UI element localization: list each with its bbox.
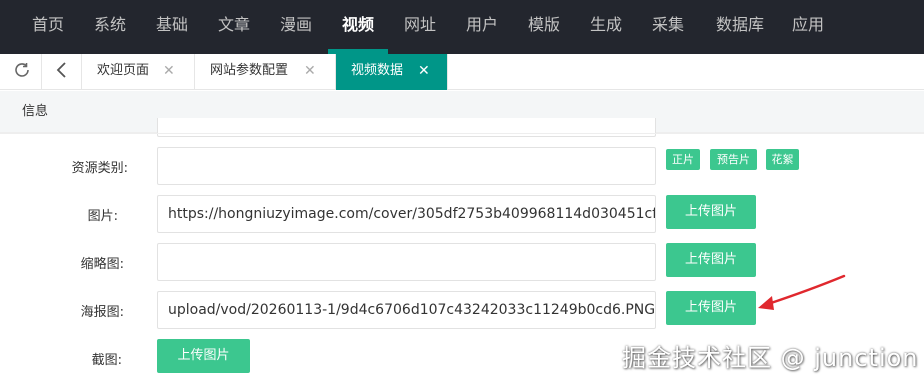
upload-poster-button[interactable]: 上传图片 <box>666 291 756 325</box>
screenshot-label: 截图: <box>91 353 122 368</box>
category-input[interactable] <box>157 147 656 185</box>
close-icon[interactable]: ✕ <box>418 54 430 88</box>
divider <box>0 133 924 134</box>
thumbnail-label: 缩略图: <box>80 257 124 272</box>
back-button[interactable] <box>42 54 82 90</box>
refresh-button[interactable] <box>2 54 42 90</box>
chip-extras[interactable]: 花絮 <box>766 149 799 170</box>
nav-item-article[interactable]: 文章 <box>208 0 260 54</box>
previous-field-input[interactable] <box>157 118 656 137</box>
nav-item-template[interactable]: 模版 <box>518 0 570 54</box>
upload-image-button[interactable]: 上传图片 <box>666 195 756 229</box>
nav-item-home[interactable]: 首页 <box>22 0 74 54</box>
tab-bar: 欢迎页面 ✕ 网站参数配置 ✕ 视频数据 ✕ <box>0 54 924 90</box>
tab-site-settings[interactable]: 网站参数配置 ✕ <box>195 54 336 90</box>
tab-welcome[interactable]: 欢迎页面 ✕ <box>82 54 195 90</box>
image-label: 图片: <box>87 209 118 224</box>
nav-item-user[interactable]: 用户 <box>456 0 508 54</box>
nav-item-app[interactable]: 应用 <box>782 0 834 54</box>
thumbnail-input[interactable] <box>157 243 656 281</box>
category-label: 资源类别: <box>71 161 128 176</box>
chevron-left-icon <box>55 61 69 83</box>
image-url-input[interactable]: https://hongniuzyimage.com/cover/305df27… <box>157 195 656 233</box>
tab-info[interactable]: 信息 <box>22 91 48 133</box>
poster-label: 海报图: <box>80 305 124 320</box>
top-navigation: 首页 系统 基础 文章 漫画 视频 网址 用户 模版 生成 采集 数据库 应用 <box>0 0 924 54</box>
nav-item-database[interactable]: 数据库 <box>708 0 772 54</box>
tab-label: 网站参数配置 <box>210 63 289 78</box>
upload-thumbnail-button[interactable]: 上传图片 <box>666 243 756 277</box>
nav-item-basic[interactable]: 基础 <box>146 0 198 54</box>
nav-item-comic[interactable]: 漫画 <box>270 0 322 54</box>
nav-item-generate[interactable]: 生成 <box>580 0 632 54</box>
chip-feature[interactable]: 正片 <box>666 149 700 170</box>
tab-label: 欢迎页面 <box>97 63 150 78</box>
close-icon[interactable]: ✕ <box>304 54 316 88</box>
upload-screenshot-button[interactable]: 上传图片 <box>157 339 250 373</box>
annotation-arrow-icon <box>758 274 846 310</box>
tab-label: 视频数据 <box>351 63 404 78</box>
chip-trailer[interactable]: 预告片 <box>710 149 757 170</box>
watermark: 掘金技术社区 @ junction <box>622 344 919 372</box>
nav-item-video[interactable]: 视频 <box>332 0 384 54</box>
refresh-icon <box>13 61 31 83</box>
close-icon[interactable]: ✕ <box>163 54 175 88</box>
poster-input[interactable]: upload/vod/20260113-1/9d4c6706d107c43242… <box>157 291 656 329</box>
nav-item-system[interactable]: 系统 <box>84 0 136 54</box>
tab-video-data[interactable]: 视频数据 ✕ <box>336 54 448 90</box>
nav-item-collect[interactable]: 采集 <box>642 0 694 54</box>
nav-item-url[interactable]: 网址 <box>394 0 446 54</box>
